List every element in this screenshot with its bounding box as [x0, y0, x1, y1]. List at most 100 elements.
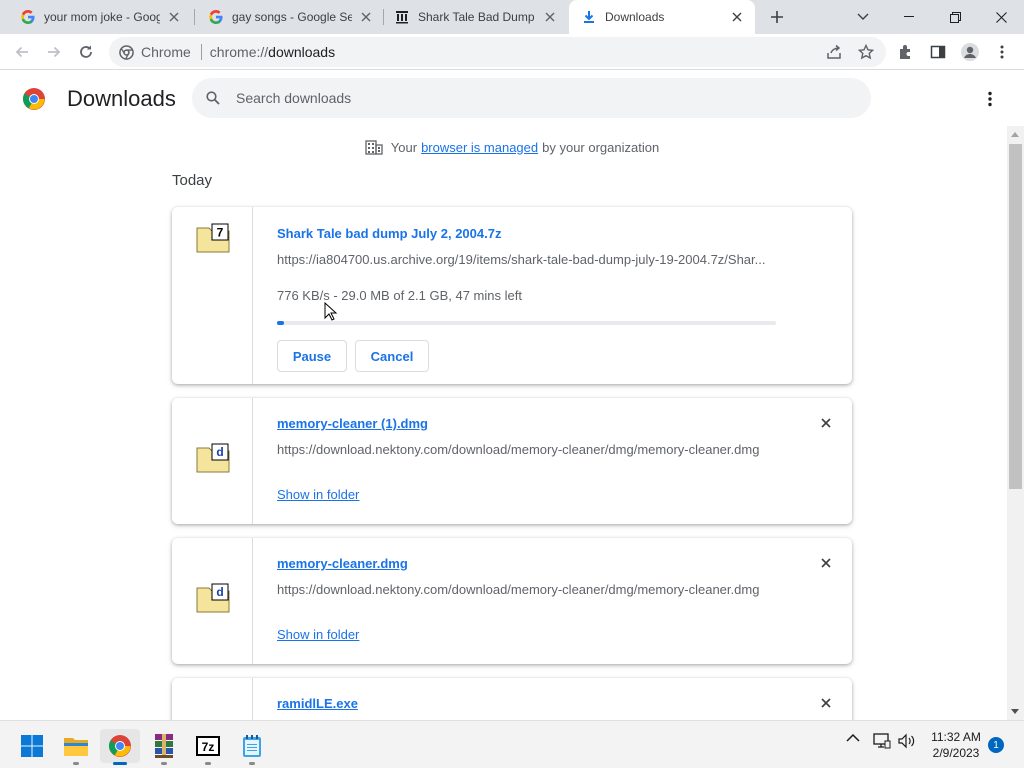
pause-button[interactable]: Pause: [277, 340, 347, 372]
managed-suffix: by your organization: [542, 139, 660, 155]
dmg-file-icon: d: [196, 443, 230, 473]
managed-notice: Your browser is managed by your organiza…: [0, 138, 1024, 156]
file-icon-column: 7: [172, 207, 253, 384]
clock-date: 2/9/2023: [932, 746, 980, 760]
clock-time: 11:32 AM: [931, 730, 981, 744]
share-icon[interactable]: [822, 40, 846, 64]
scrollbar-thumb[interactable]: [1009, 144, 1022, 489]
download-status-text: 776 KB/s - 29.0 MB of 2.1 GB, 47 mins le…: [277, 288, 522, 303]
notification-badge[interactable]: 1: [988, 737, 1004, 753]
tab-downloads[interactable]: Downloads: [569, 0, 755, 34]
download-filename-link[interactable]: ramidlLE.exe: [277, 696, 358, 711]
side-panel-icon[interactable]: [926, 40, 950, 64]
download-progress-fill: [277, 321, 284, 325]
new-tab-button[interactable]: [766, 6, 788, 28]
remove-from-list-icon[interactable]: [816, 553, 836, 573]
file-icon-column: [172, 678, 253, 720]
chrome-icon: [119, 44, 134, 60]
download-source-url[interactable]: https://download.nektony.com/download/me…: [277, 442, 777, 457]
tab-title: gay songs - Google Se: [232, 10, 352, 24]
network-status[interactable]: [873, 733, 891, 749]
close-tab-icon[interactable]: [166, 9, 182, 25]
date-section-label: Today: [172, 172, 213, 189]
managed-prefix: Your: [390, 139, 418, 155]
start-button[interactable]: [12, 729, 52, 763]
download-progress-bar: [277, 321, 776, 325]
browser-toolbar: Chrome chrome://downloads: [0, 34, 1024, 70]
tab-your-mom-joke[interactable]: your mom joke - Goog: [0, 0, 192, 34]
taskbar-winrar[interactable]: [144, 729, 184, 765]
running-indicator: [205, 762, 211, 765]
cancel-button[interactable]: Cancel: [355, 340, 429, 372]
download-source-url[interactable]: https://download.nektony.com/download/me…: [277, 582, 777, 597]
remove-from-list-icon[interactable]: [816, 413, 836, 433]
page-title: Downloads: [67, 86, 176, 111]
close-tab-icon[interactable]: [358, 9, 374, 25]
scroll-up-arrow-icon[interactable]: [1011, 132, 1019, 137]
winrar-icon: [155, 734, 173, 758]
forward-button[interactable]: [42, 40, 66, 64]
search-input[interactable]: [236, 90, 836, 106]
download-icon: [581, 9, 597, 25]
downloads-header: Downloads: [0, 70, 1007, 128]
close-window-button[interactable]: [978, 0, 1024, 34]
running-indicator: [73, 762, 79, 765]
running-indicator: [161, 762, 167, 765]
chevron-up-icon: [846, 733, 860, 742]
show-in-folder-link[interactable]: Show in folder: [277, 487, 359, 502]
tab-title: Shark Tale Bad Dump J: [418, 10, 536, 24]
tab-shark-tale[interactable]: Shark Tale Bad Dump J: [384, 0, 568, 34]
building-icon: [365, 138, 383, 156]
volume-status[interactable]: [898, 733, 916, 749]
search-downloads-box[interactable]: [192, 78, 871, 118]
dmg-file-icon: d: [196, 583, 230, 613]
show-hidden-icons[interactable]: [846, 733, 860, 743]
downloads-menu-icon[interactable]: [980, 88, 1000, 110]
minimize-button[interactable]: [886, 0, 932, 34]
file-icon-column: d: [172, 538, 253, 664]
file-explorer-icon: [64, 738, 88, 756]
taskbar-chrome[interactable]: [100, 729, 140, 765]
google-g-icon: [20, 9, 36, 25]
download-filename-link[interactable]: memory-cleaner.dmg: [277, 556, 408, 571]
windows-start-icon: [21, 735, 43, 757]
close-tab-icon[interactable]: [542, 9, 558, 25]
tab-strip: your mom joke - Goog gay songs - Google …: [0, 0, 1024, 34]
archive-org-icon: [394, 9, 410, 25]
active-indicator: [113, 762, 127, 765]
taskbar-clock[interactable]: 11:32 AM 2/9/2023: [922, 729, 990, 761]
tab-gay-songs[interactable]: gay songs - Google Se: [196, 0, 384, 34]
bookmark-star-icon[interactable]: [854, 40, 878, 64]
7zip-icon: 7z: [196, 736, 220, 756]
search-icon: [204, 89, 222, 107]
profile-avatar[interactable]: [958, 40, 982, 64]
site-chip-label: Chrome: [141, 44, 191, 60]
page-scrollbar[interactable]: [1007, 126, 1024, 720]
taskbar-7zip[interactable]: 7z: [188, 729, 228, 765]
address-bar[interactable]: Chrome chrome://downloads: [109, 37, 886, 67]
browser-managed-link[interactable]: browser is managed: [421, 140, 538, 155]
download-item: 7 Shark Tale bad dump July 2, 2004.7z ht…: [172, 207, 852, 384]
back-button[interactable]: [10, 40, 34, 64]
download-source-url[interactable]: https://ia804700.us.archive.org/19/items…: [277, 252, 777, 267]
notepad-icon: [243, 735, 261, 757]
remove-from-list-icon[interactable]: [816, 693, 836, 713]
windows-taskbar: 7z 11:32 AM 2/9/2023 1: [0, 720, 1024, 768]
tab-search-button[interactable]: [840, 0, 886, 34]
file-type-glyph: d: [216, 445, 223, 459]
scroll-down-arrow-icon[interactable]: [1011, 709, 1019, 714]
restore-button[interactable]: [932, 0, 978, 34]
volume-icon: [898, 733, 915, 749]
reload-button[interactable]: [74, 40, 98, 64]
site-info-chip[interactable]: Chrome: [119, 44, 191, 60]
show-in-folder-link[interactable]: Show in folder: [277, 627, 359, 642]
chrome-logo-icon: [23, 88, 45, 110]
extensions-icon[interactable]: [894, 40, 918, 64]
chrome-icon: [109, 735, 131, 757]
taskbar-file-explorer[interactable]: [56, 729, 96, 765]
download-filename-link[interactable]: memory-cleaner (1).dmg: [277, 416, 428, 431]
taskbar-notepad[interactable]: [232, 729, 272, 765]
close-tab-icon[interactable]: [729, 9, 745, 25]
browser-menu-icon[interactable]: [990, 40, 1014, 64]
url-scheme: chrome://: [209, 44, 269, 60]
